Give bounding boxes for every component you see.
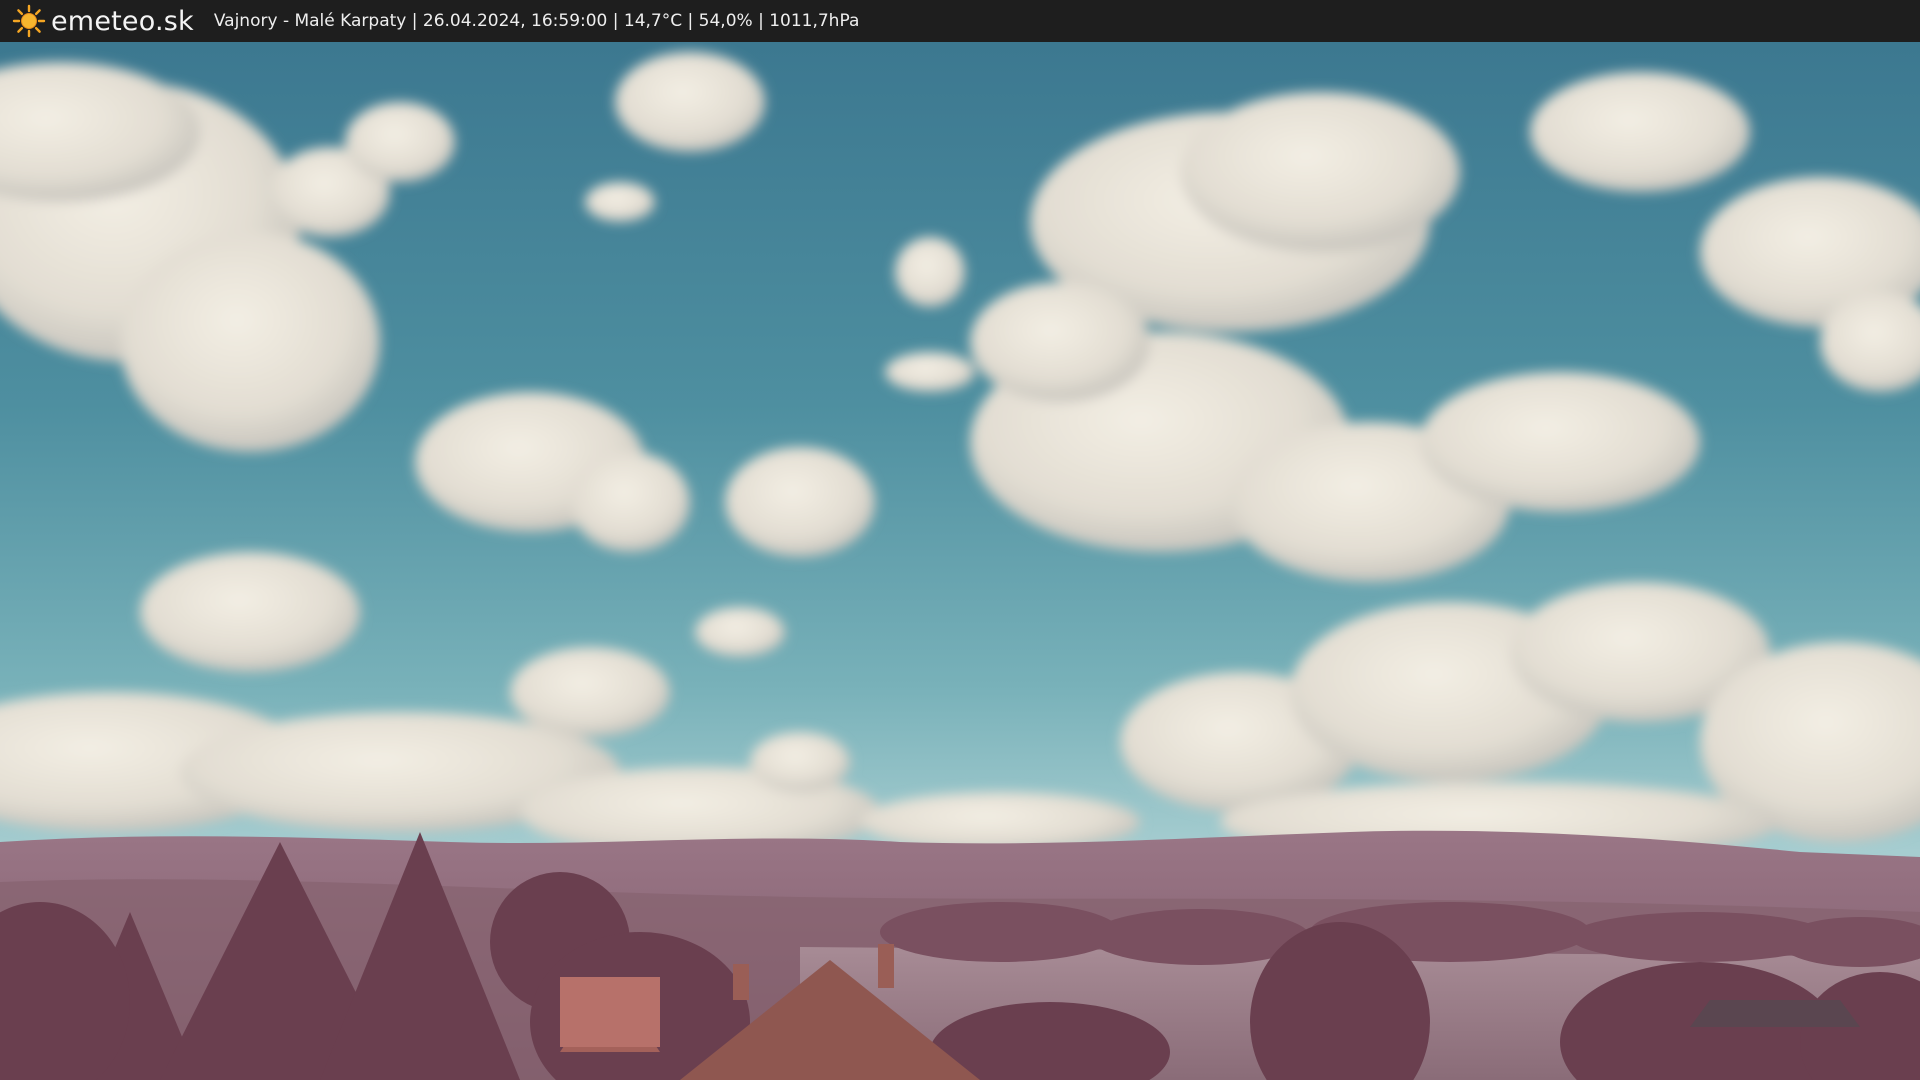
webcam-image bbox=[0, 42, 1920, 1080]
top-bar: emeteo.sk Vajnory - Malé Karpaty | 26.04… bbox=[0, 0, 1920, 42]
sun-icon bbox=[12, 4, 46, 38]
brand-name: emeteo.sk bbox=[51, 5, 194, 37]
emeteo-logo[interactable]: emeteo.sk bbox=[12, 4, 194, 38]
weather-info: Vajnory - Malé Karpaty | 26.04.2024, 16:… bbox=[213, 11, 860, 31]
